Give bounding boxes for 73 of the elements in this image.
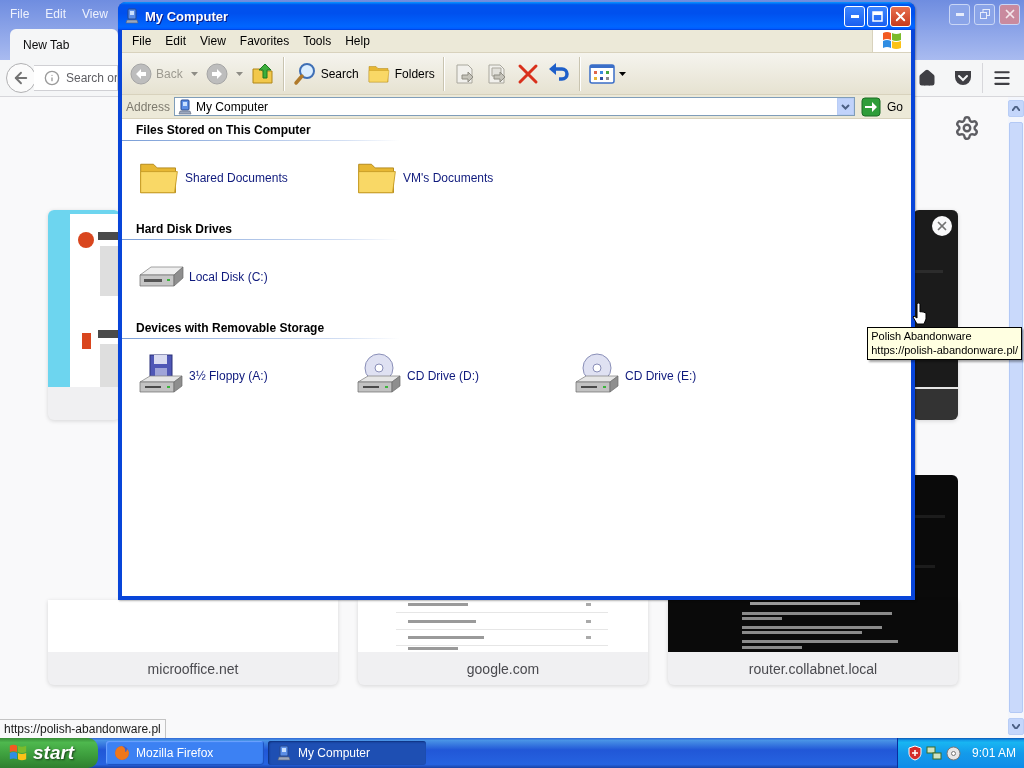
- address-label: Address: [126, 99, 171, 114]
- drive-item[interactable]: Shared Documents: [137, 156, 355, 200]
- search-icon: [292, 61, 317, 86]
- restore-icon: [979, 9, 990, 19]
- delete-icon: [516, 62, 539, 85]
- chevron-down-icon: [1012, 724, 1020, 729]
- taskbar-button[interactable]: My Computer: [268, 741, 426, 765]
- tile-label: router.collabnet.local: [747, 659, 879, 679]
- tooltip-title: Polish Abandonware: [871, 329, 973, 343]
- restore-button[interactable]: [974, 3, 995, 25]
- menu-icon: [992, 68, 1012, 88]
- close-icon: [935, 219, 949, 233]
- site-tile[interactable]: microoffice.net: [48, 600, 338, 685]
- minimize-icon: [850, 14, 859, 18]
- scroll-up-button[interactable]: [1008, 100, 1024, 117]
- url-field[interactable]: Search or: [66, 65, 118, 91]
- minimize-button[interactable]: [949, 3, 970, 25]
- info-icon[interactable]: [44, 70, 60, 86]
- site-tile[interactable]: [48, 210, 120, 420]
- computer-icon: [177, 98, 194, 115]
- window-title: My Computer: [145, 8, 229, 24]
- dropdown-button[interactable]: [837, 98, 854, 115]
- drive-item[interactable]: VM's Documents: [355, 156, 573, 200]
- forward-icon: [205, 62, 228, 85]
- caret-icon: [190, 71, 198, 76]
- hand-cursor-icon: [912, 303, 928, 325]
- network-icon[interactable]: [926, 745, 942, 761]
- computer-icon: [124, 8, 140, 24]
- settings-icon[interactable]: [954, 115, 980, 141]
- drive-item[interactable]: 3½ Floppy (A:): [137, 352, 355, 400]
- folder-up-icon: [250, 61, 275, 86]
- tooltip-url: https://polish-abandonware.pl/: [871, 343, 1018, 357]
- maximize-button[interactable]: [867, 5, 888, 27]
- scroll-down-button[interactable]: [1008, 718, 1024, 735]
- status-text: https://polish-abandonware.pl: [0, 719, 166, 738]
- chevron-down-icon: [841, 103, 850, 110]
- menu-item[interactable]: View: [193, 34, 233, 48]
- computer-icon: [276, 745, 292, 761]
- go-button[interactable]: Go: [859, 96, 911, 117]
- tile-label: microoffice.net: [146, 659, 240, 679]
- tile-label: google.com: [465, 659, 541, 679]
- menu-item[interactable]: Edit: [158, 34, 194, 48]
- browser-tab[interactable]: New Tab: [10, 29, 118, 60]
- drive-item[interactable]: CD Drive (E:): [573, 352, 791, 400]
- address-field[interactable]: My Computer: [174, 97, 855, 116]
- back-button[interactable]: [6, 63, 36, 93]
- windows-logo-icon: [881, 30, 903, 52]
- menu-item[interactable]: Tools: [296, 34, 339, 48]
- drive-item[interactable]: Local Disk (C:): [137, 253, 355, 301]
- minimize-icon: [955, 12, 964, 16]
- caret-icon: [235, 71, 243, 76]
- shield-icon[interactable]: [908, 745, 922, 761]
- chevron-up-icon: [1012, 106, 1020, 111]
- views-icon: [588, 62, 615, 85]
- back-icon: [130, 62, 152, 85]
- clock: 9:01 AM: [971, 746, 1016, 760]
- home-button[interactable]: [917, 67, 937, 89]
- taskbar-button[interactable]: Mozilla Firefox: [106, 741, 264, 765]
- search-button[interactable]: Search: [289, 56, 362, 91]
- maximize-icon: [872, 10, 883, 22]
- home-icon: [918, 69, 936, 87]
- browser-icon: [114, 745, 130, 761]
- site-tile[interactable]: google.com: [358, 600, 648, 685]
- menu-item[interactable]: File: [125, 34, 159, 48]
- caret-icon: [618, 71, 626, 76]
- site-tile[interactable]: router.collabnet.local: [668, 600, 958, 685]
- disc-icon[interactable]: [946, 745, 961, 761]
- menu-item[interactable]: Help: [338, 34, 377, 48]
- drive-item[interactable]: CD Drive (D:): [355, 352, 573, 400]
- folders-button[interactable]: Folders: [363, 56, 438, 91]
- pocket-icon: [953, 68, 973, 88]
- windows-logo-icon: [8, 743, 28, 763]
- menu-item[interactable]: Favorites: [232, 34, 297, 48]
